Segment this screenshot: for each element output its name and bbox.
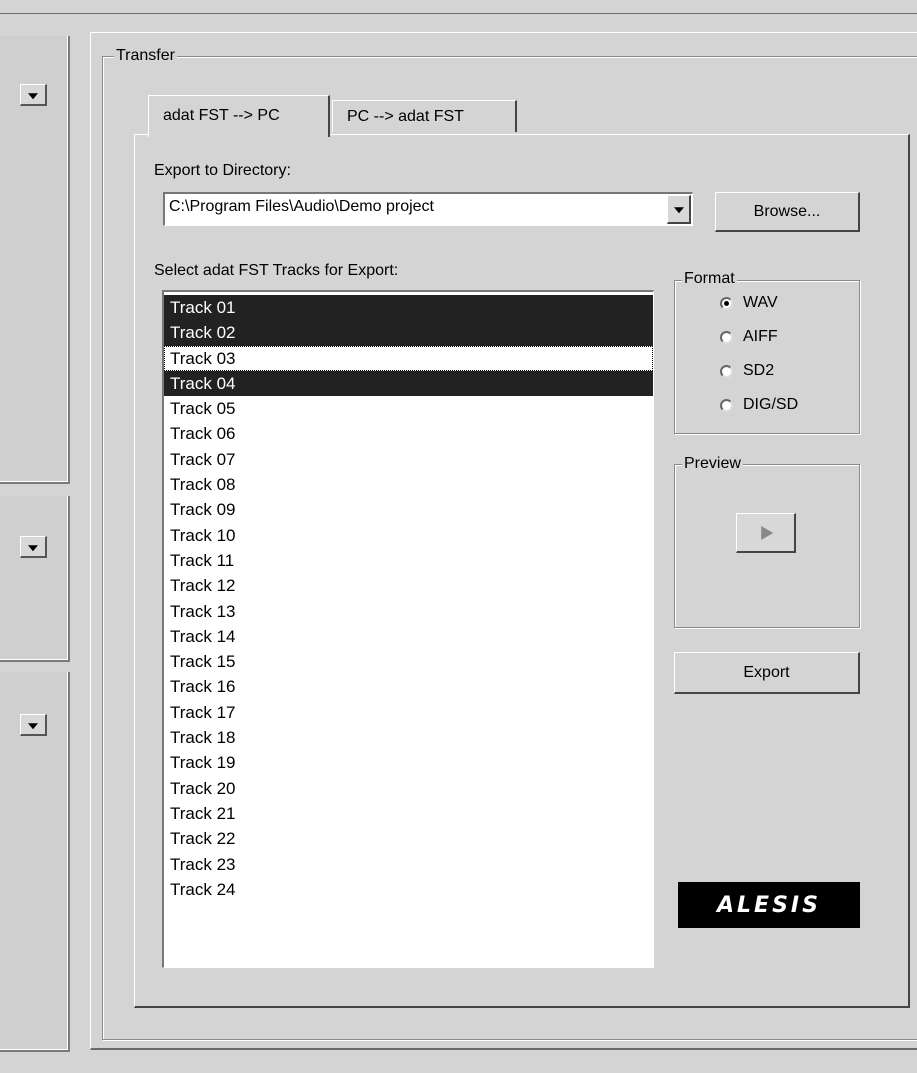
radio-button[interactable] bbox=[720, 296, 733, 310]
track-list-item[interactable]: Track 20 bbox=[164, 776, 653, 801]
track-list-item[interactable]: Track 10 bbox=[164, 523, 653, 548]
tab-pc-to-adat[interactable]: PC --> adat FST bbox=[332, 100, 517, 132]
tracks-list: Track 01 Track 02 Track 03 Track 04 Track 05… bbox=[164, 292, 653, 902]
track-list-item[interactable]: Track 19 bbox=[164, 750, 653, 775]
alesis-logo: ALESIS bbox=[678, 882, 860, 928]
left-panel-3 bbox=[0, 672, 70, 1052]
track-list-item[interactable]: Track 14 bbox=[164, 624, 653, 649]
format-option-wav[interactable]: WAV bbox=[720, 292, 778, 314]
transfer-legend: Transfer bbox=[114, 47, 177, 65]
track-list-item[interactable]: Track 06 bbox=[164, 421, 653, 446]
radio-button[interactable] bbox=[720, 364, 733, 378]
radio-label: AIFF bbox=[743, 328, 778, 345]
track-list-item[interactable]: Track 09 bbox=[164, 497, 653, 522]
chevron-down-icon bbox=[28, 544, 38, 551]
left-panel-2 bbox=[0, 496, 70, 662]
left-combo-dropdown-button-2[interactable] bbox=[20, 536, 47, 558]
format-legend: Format bbox=[682, 270, 737, 288]
track-list-item[interactable]: Track 21 bbox=[164, 801, 653, 826]
track-list-item[interactable]: Track 11 bbox=[164, 548, 653, 573]
browse-button[interactable]: Browse... bbox=[715, 192, 860, 232]
track-list-item[interactable]: Track 02 bbox=[164, 320, 653, 346]
active-tab-join bbox=[149, 133, 328, 136]
radio-label: DIG/SD bbox=[743, 396, 799, 413]
play-icon bbox=[760, 525, 773, 540]
format-option-dig-sd[interactable]: DIG/SD bbox=[720, 394, 798, 416]
tab-adat-to-pc[interactable]: adat FST --> PC bbox=[148, 95, 330, 137]
track-list-item[interactable]: Track 04 bbox=[164, 370, 653, 397]
left-panel-1 bbox=[0, 36, 70, 484]
format-option-aiff[interactable]: AIFF bbox=[720, 326, 778, 348]
tab-adat-to-pc-label: adat FST --> PC bbox=[163, 107, 280, 124]
tab-pc-to-adat-label: PC --> adat FST bbox=[347, 108, 464, 125]
tracks-label: Select adat FST Tracks for Export: bbox=[154, 262, 399, 279]
preview-play-button[interactable] bbox=[736, 513, 796, 553]
directory-combo[interactable]: C:\Program Files\Audio\Demo project bbox=[163, 192, 693, 226]
left-combo-dropdown-button-1[interactable] bbox=[20, 84, 47, 106]
export-dir-label: Export to Directory: bbox=[154, 162, 291, 179]
chevron-down-icon bbox=[28, 722, 38, 729]
directory-combo-dropdown-button[interactable] bbox=[667, 195, 691, 224]
track-list-item[interactable]: Track 15 bbox=[164, 649, 653, 674]
directory-value: C:\Program Files\Audio\Demo project bbox=[169, 198, 434, 215]
track-list-item[interactable]: Track 17 bbox=[164, 700, 653, 725]
format-option-sd2[interactable]: SD2 bbox=[720, 360, 774, 382]
preview-legend: Preview bbox=[682, 455, 743, 473]
track-list-item[interactable]: Track 22 bbox=[164, 826, 653, 851]
radio-label: SD2 bbox=[743, 362, 775, 379]
track-list-item[interactable]: Track 16 bbox=[164, 674, 653, 699]
track-list-item[interactable]: Track 13 bbox=[164, 599, 653, 624]
chevron-down-icon bbox=[28, 92, 38, 99]
track-list-item[interactable]: Track 03 bbox=[164, 345, 653, 371]
left-combo-dropdown-button-3[interactable] bbox=[20, 714, 47, 736]
track-list-item[interactable]: Track 08 bbox=[164, 472, 653, 497]
window-top-edge bbox=[0, 0, 917, 14]
track-list-item[interactable]: Track 01 bbox=[164, 295, 653, 321]
chevron-down-icon bbox=[673, 207, 684, 214]
track-list-item[interactable]: Track 23 bbox=[164, 852, 653, 877]
track-list-item[interactable]: Track 24 bbox=[164, 877, 653, 902]
track-list-item[interactable]: Track 12 bbox=[164, 573, 653, 598]
export-button[interactable]: Export bbox=[674, 652, 860, 694]
track-list-item[interactable]: Track 18 bbox=[164, 725, 653, 750]
radio-button[interactable] bbox=[720, 398, 733, 412]
track-list-item[interactable]: Track 07 bbox=[164, 447, 653, 472]
tracks-listbox[interactable]: Track 01 Track 02 Track 03 Track 04 Track 05… bbox=[162, 290, 654, 968]
radio-button[interactable] bbox=[720, 330, 733, 344]
track-list-item[interactable]: Track 05 bbox=[164, 396, 653, 421]
radio-label: WAV bbox=[743, 294, 778, 311]
